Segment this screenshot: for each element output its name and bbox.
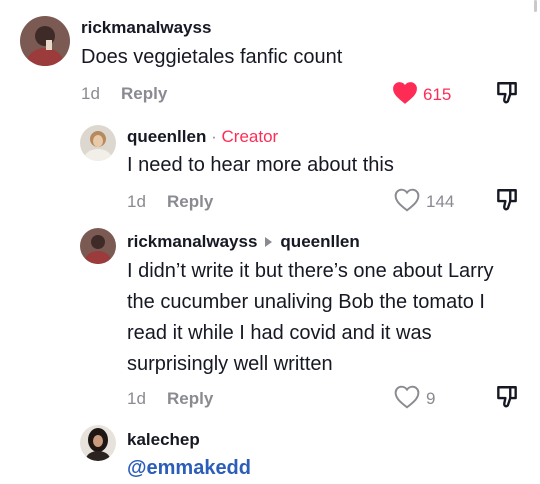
scrollbar[interactable] (534, 0, 537, 12)
avatar-photo (80, 228, 116, 264)
reply-button[interactable]: Reply (167, 192, 213, 212)
reply-button[interactable]: Reply (167, 389, 213, 409)
like-count: 9 (426, 389, 436, 408)
reply-username[interactable]: queenllen (127, 127, 206, 146)
comment-time: 1d (127, 389, 146, 408)
avatar[interactable] (80, 425, 116, 461)
avatar[interactable] (20, 16, 70, 66)
comment-text: I need to hear more about this (127, 154, 394, 176)
reply-button[interactable]: Reply (121, 84, 167, 104)
comment-username[interactable]: rickmanalwayss queenllen (127, 232, 360, 252)
comment-username[interactable]: queenllen · Creator (127, 127, 278, 147)
like-heart-icon[interactable] (394, 188, 420, 212)
dislike-icon[interactable] (494, 384, 520, 410)
creator-badge: Creator (221, 127, 279, 146)
like-count: 144 (426, 192, 455, 211)
mention-link[interactable]: @emmakedd (127, 457, 251, 480)
avatar-photo (80, 125, 116, 161)
avatar[interactable] (80, 228, 116, 264)
dislike-icon[interactable] (494, 80, 520, 106)
comment-time: 1d (81, 84, 100, 103)
avatar[interactable] (80, 125, 116, 161)
comment-username[interactable]: rickmanalwayss (81, 18, 211, 38)
comment-username[interactable]: kalechep (127, 430, 200, 450)
like-count: 615 (423, 85, 452, 104)
comment-time: 1d (127, 192, 146, 211)
avatar-photo (80, 425, 116, 461)
avatar-photo (20, 16, 70, 66)
dislike-icon[interactable] (494, 187, 520, 213)
reply-to-username[interactable]: queenllen (280, 232, 359, 251)
reply-arrow-icon (265, 237, 273, 248)
comment-text: I didn’t write it but there’s one about … (127, 260, 494, 375)
separator-dot: · (211, 127, 217, 146)
like-heart-icon[interactable] (394, 385, 420, 409)
comment-text: Does veggietales fanfic count (81, 46, 343, 68)
reply-username[interactable]: rickmanalwayss (127, 232, 257, 251)
like-heart-icon[interactable] (392, 81, 418, 105)
